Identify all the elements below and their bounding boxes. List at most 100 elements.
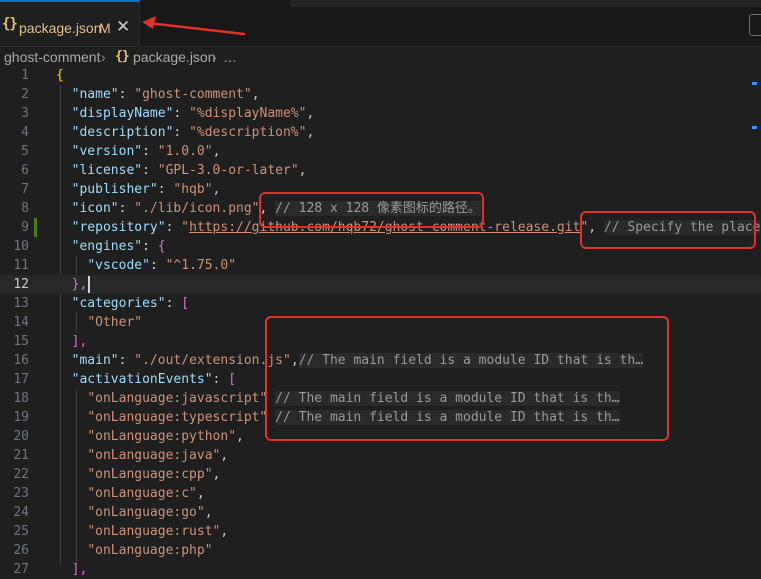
json-value: "onLanguage:cpp" (87, 467, 213, 482)
line-number: 11 (13, 258, 29, 273)
json-value: "ghost-comment" (134, 87, 252, 102)
json-key: "displayName" (71, 106, 174, 121)
code-line: 26 "onLanguage:php" (0, 541, 761, 560)
json-key: "name" (71, 87, 119, 102)
overview-ruler-mark (752, 82, 757, 85)
json-value: "onLanguage:c" (87, 486, 197, 501)
breadcrumb-folder[interactable]: ghost-comment (4, 47, 100, 67)
json-key: "categories" (71, 296, 166, 311)
json-value: "onLanguage:javascript" (87, 391, 268, 406)
line-number: 12 (13, 277, 29, 292)
line-number: 9 (21, 220, 29, 235)
annotation-box (265, 316, 669, 441)
json-value: "%description%" (189, 125, 307, 140)
line-number: 23 (13, 486, 29, 501)
line-number: 21 (13, 448, 29, 463)
line-number: 14 (13, 315, 29, 330)
code-line: 2 "name": "ghost-comment", (0, 85, 761, 104)
json-value: "onLanguage:python" (87, 429, 237, 444)
text-cursor (88, 276, 90, 293)
json-value: "GPL-3.0-or-later" (157, 163, 299, 178)
breadcrumb-separator: › (212, 49, 217, 65)
line-number: 2 (21, 87, 29, 102)
json-value: "onLanguage:go" (87, 505, 205, 520)
brace: { (157, 239, 166, 254)
editor-tab-bar: {} package.json M ✕ (0, 0, 761, 47)
code-line: 3 "displayName": "%displayName%", (0, 104, 761, 123)
code-line: 11 "vscode": "^1.75.0" (0, 256, 761, 275)
json-value: "1.0.0" (157, 144, 213, 159)
code-line: 27 ], (0, 560, 761, 579)
bracket: [ (228, 372, 237, 387)
json-key: "engines" (71, 239, 143, 254)
code-line: 1 { (0, 66, 761, 85)
breadcrumb: ghost-comment › {} package.json › … (0, 47, 761, 67)
code-line: 13 "categories": [ (0, 294, 761, 313)
json-value: "onLanguage:rust" (87, 524, 221, 539)
json-value: "Other" (87, 315, 143, 330)
line-number: 1 (21, 68, 29, 83)
tab-label: package.json (19, 20, 102, 36)
code-line: 24 "onLanguage:go", (0, 503, 761, 522)
bracket: [ (181, 296, 190, 311)
line-number: 20 (13, 429, 29, 444)
line-number: 25 (13, 524, 29, 539)
line-number: 6 (21, 163, 29, 178)
split-editor-button[interactable] (749, 14, 761, 36)
annotation-arrow (142, 16, 246, 36)
json-value: "onLanguage:typescript" (87, 410, 268, 425)
json-key: "vscode" (87, 258, 150, 273)
json-key: "icon" (71, 201, 119, 216)
line-number: 26 (13, 543, 29, 558)
json-value: "^1.75.0" (165, 258, 237, 273)
close-icon[interactable]: ✕ (116, 17, 130, 37)
line-number: 10 (13, 239, 29, 254)
quote: " (181, 220, 190, 235)
breadcrumb-separator: › (101, 49, 106, 65)
overview-ruler-mark (752, 126, 757, 129)
json-file-icon: {} (2, 16, 18, 32)
breadcrumb-file[interactable]: package.json (133, 47, 216, 67)
brace: }, (71, 277, 88, 292)
breadcrumb-ellipsis[interactable]: … (223, 47, 237, 67)
json-key: "main" (71, 353, 119, 368)
json-key: "version" (71, 144, 143, 159)
json-key: "license" (71, 163, 143, 178)
code-line: 5 "version": "1.0.0", (0, 142, 761, 161)
json-file-icon: {} (115, 49, 130, 64)
line-number: 16 (13, 353, 29, 368)
line-number: 19 (13, 410, 29, 425)
line-number: 17 (13, 372, 29, 387)
code-line: 21 "onLanguage:java", (0, 446, 761, 465)
code-line: 25 "onLanguage:rust", (0, 522, 761, 541)
json-key: "description" (71, 125, 174, 140)
line-number: 3 (21, 106, 29, 121)
tab-package-json[interactable]: {} package.json M ✕ (0, 0, 140, 46)
json-key: "activationEvents" (71, 372, 213, 387)
code-line: 4 "description": "%description%", (0, 123, 761, 142)
line-number: 5 (21, 144, 29, 159)
json-value: "hqb" (173, 182, 213, 197)
line-number: 13 (13, 296, 29, 311)
bracket: ], (71, 334, 88, 349)
annotation-box (259, 192, 484, 228)
code-line: 22 "onLanguage:cpp", (0, 465, 761, 484)
line-number: 7 (21, 182, 29, 197)
json-value: "./lib/icon.png" (134, 201, 260, 216)
json-value: "onLanguage:php" (87, 543, 213, 558)
line-number: 4 (21, 125, 29, 140)
json-value: "%displayName%" (189, 106, 307, 121)
line-number: 24 (13, 505, 29, 520)
title-strip (290, 0, 761, 7)
json-value: "onLanguage:java" (87, 448, 221, 463)
bracket: ], (71, 562, 88, 577)
code-line: 6 "license": "GPL-3.0-or-later", (0, 161, 761, 180)
line-number: 15 (13, 334, 29, 349)
line-number: 27 (13, 562, 29, 577)
line-number: 22 (13, 467, 29, 482)
code-line-current: 12 }, (0, 275, 761, 294)
line-number: 18 (13, 391, 29, 406)
annotation-box (580, 211, 756, 249)
json-key: "repository" (71, 220, 166, 235)
code-line: 23 "onLanguage:c", (0, 484, 761, 503)
